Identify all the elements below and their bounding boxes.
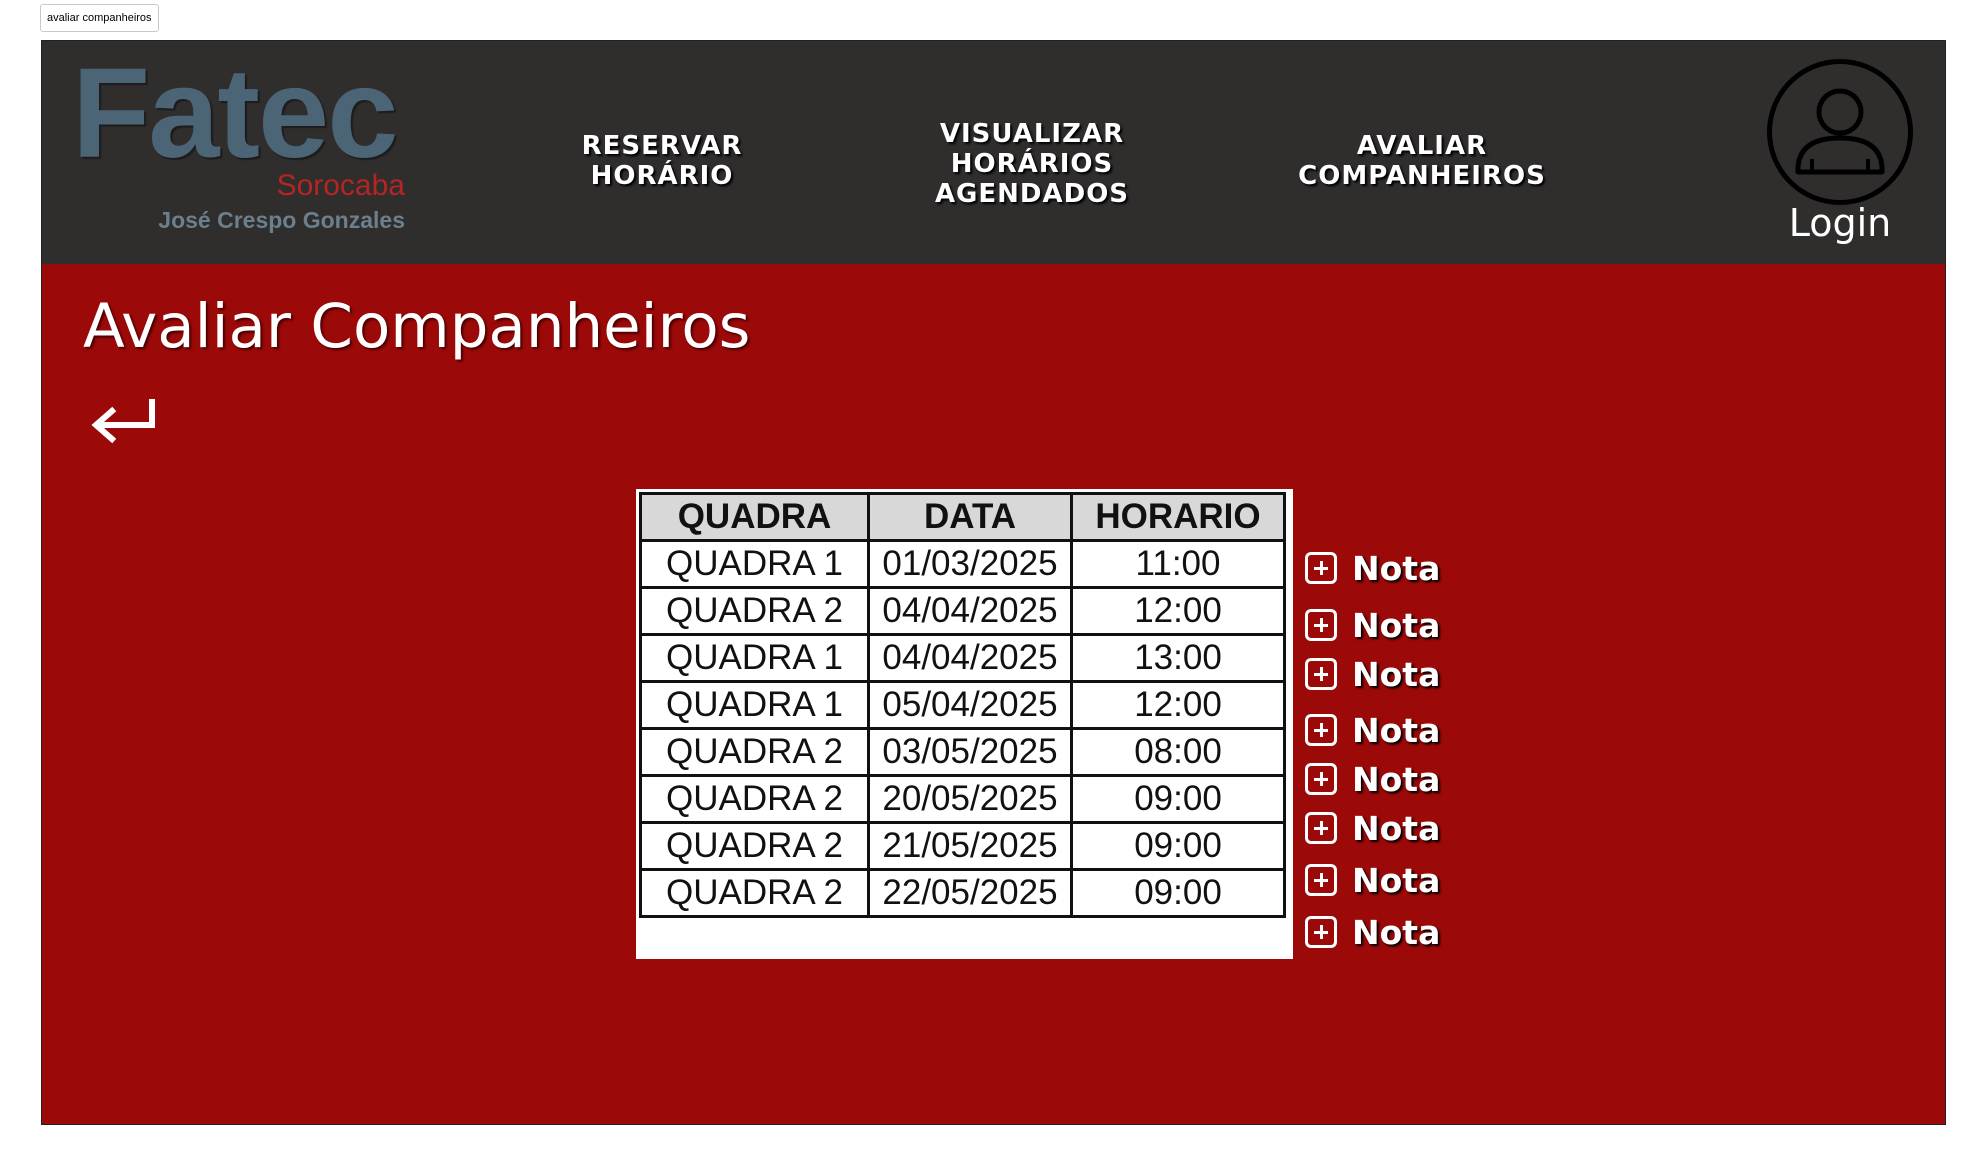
user-icon-graphic	[1795, 88, 1885, 175]
plus-square-icon	[1305, 763, 1337, 795]
nav-avaliar-companheiros-label: AVALIAR COMPANHEIROS	[1298, 131, 1546, 191]
column-header-data: DATA	[867, 492, 1073, 542]
cell-horario: 12:00	[1070, 680, 1286, 730]
cell-horario: 11:00	[1070, 539, 1286, 589]
plus-square-icon	[1305, 916, 1337, 948]
cell-quadra: QUADRA 1	[639, 680, 870, 730]
browser-tab-label[interactable]: avaliar companheiros	[40, 4, 159, 32]
cell-quadra: QUADRA 2	[639, 774, 870, 824]
nota-button[interactable]: Nota	[1305, 910, 1440, 954]
cell-data: 04/04/2025	[867, 586, 1073, 636]
cell-quadra: QUADRA 1	[639, 633, 870, 683]
nota-label: Nota	[1352, 605, 1441, 645]
nav-visualizar-horarios[interactable]: VISUALIZAR HORÁRIOS AGENDADOS	[902, 119, 1162, 209]
nav-avaliar-companheiros[interactable]: AVALIAR COMPANHEIROS	[1272, 131, 1572, 191]
page-title: Avaliar Companheiros	[83, 291, 751, 362]
logo-fatec: Fatec	[72, 42, 398, 185]
cell-horario: 09:00	[1070, 868, 1286, 918]
table-row: QUADRA 2 20/05/2025 09:00	[639, 774, 1286, 824]
return-arrow-icon	[91, 399, 155, 444]
cell-data: 04/04/2025	[867, 633, 1073, 683]
cell-data: 03/05/2025	[867, 727, 1073, 777]
cell-horario: 08:00	[1070, 727, 1286, 777]
cell-data: 20/05/2025	[867, 774, 1073, 824]
user-icon	[1767, 59, 1913, 205]
nota-button[interactable]: Nota	[1305, 546, 1440, 590]
app-frame: Fatec Sorocaba José Crespo Gonzales RESE…	[41, 40, 1946, 1125]
cell-quadra: QUADRA 2	[639, 868, 870, 918]
plus-square-icon	[1305, 864, 1337, 896]
nota-label: Nota	[1352, 808, 1441, 848]
nota-label: Nota	[1352, 710, 1441, 750]
cell-horario: 09:00	[1070, 774, 1286, 824]
nota-label: Nota	[1352, 759, 1441, 799]
table-row: QUADRA 2 04/04/2025 12:00	[639, 586, 1286, 636]
cell-horario: 13:00	[1070, 633, 1286, 683]
table-row: QUADRA 2 21/05/2025 09:00	[639, 821, 1286, 871]
nota-button[interactable]: Nota	[1305, 858, 1440, 902]
plus-square-icon	[1305, 552, 1337, 584]
cell-data: 21/05/2025	[867, 821, 1073, 871]
nota-button[interactable]: Nota	[1305, 708, 1440, 752]
nota-label: Nota	[1352, 860, 1441, 900]
cell-horario: 09:00	[1070, 821, 1286, 871]
cell-data: 05/04/2025	[867, 680, 1073, 730]
nota-label: Nota	[1352, 548, 1441, 588]
nota-label: Nota	[1352, 654, 1441, 694]
plus-square-icon	[1305, 714, 1337, 746]
table-row: QUADRA 1 05/04/2025 12:00	[639, 680, 1286, 730]
logo-city: Sorocaba	[276, 169, 405, 202]
login-label: Login	[1788, 201, 1892, 245]
cell-quadra: QUADRA 2	[639, 586, 870, 636]
plus-square-icon	[1305, 658, 1337, 690]
nota-button[interactable]: Nota	[1305, 757, 1440, 801]
nav-visualizar-horarios-label: VISUALIZAR HORÁRIOS AGENDADOS	[934, 119, 1130, 209]
cell-data: 22/05/2025	[867, 868, 1073, 918]
nav-reservar-horario[interactable]: RESERVAR HORÁRIO	[552, 131, 772, 191]
column-header-horario: HORARIO	[1070, 492, 1286, 542]
table-row: QUADRA 2 22/05/2025 09:00	[639, 868, 1286, 918]
cell-quadra: QUADRA 1	[639, 539, 870, 589]
nota-label: Nota	[1352, 912, 1441, 952]
cell-horario: 12:00	[1070, 586, 1286, 636]
top-header: Fatec Sorocaba José Crespo Gonzales RESE…	[42, 41, 1945, 264]
login-button[interactable]: Login	[1767, 59, 1913, 259]
logo-subtitle: José Crespo Gonzales	[158, 207, 405, 233]
table-row: QUADRA 1 01/03/2025 11:00	[639, 539, 1286, 589]
column-header-quadra: QUADRA	[639, 492, 870, 542]
nota-button[interactable]: Nota	[1305, 652, 1440, 696]
schedule-table-container: QUADRA DATA HORARIO QUADRA 1 01/03/2025 …	[636, 489, 1293, 959]
nota-button[interactable]: Nota	[1305, 603, 1440, 647]
schedule-table: QUADRA DATA HORARIO QUADRA 1 01/03/2025 …	[639, 492, 1286, 918]
table-row: QUADRA 2 03/05/2025 08:00	[639, 727, 1286, 777]
plus-square-icon	[1305, 609, 1337, 641]
table-header-row: QUADRA DATA HORARIO	[639, 492, 1286, 542]
cell-quadra: QUADRA 2	[639, 821, 870, 871]
back-button[interactable]	[86, 389, 166, 449]
nav-reservar-horario-label: RESERVAR HORÁRIO	[581, 131, 743, 191]
table-row: QUADRA 1 04/04/2025 13:00	[639, 633, 1286, 683]
plus-square-icon	[1305, 812, 1337, 844]
cell-quadra: QUADRA 2	[639, 727, 870, 777]
cell-data: 01/03/2025	[867, 539, 1073, 589]
nota-button[interactable]: Nota	[1305, 806, 1440, 850]
